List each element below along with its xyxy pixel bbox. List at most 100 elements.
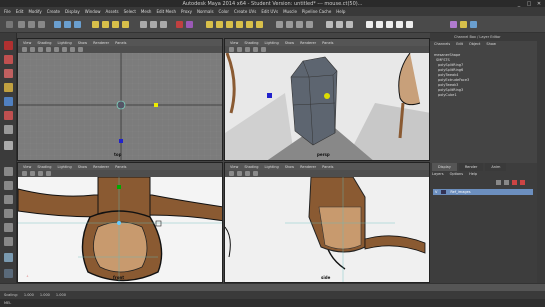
textured-icon[interactable] [261,47,266,52]
vp-menu-show[interactable]: Show [285,165,294,169]
viewport-persp[interactable]: View Shading Lighting Show Renderer Pane… [224,38,430,161]
vp-menu-panels[interactable]: Panels [115,41,126,45]
close-button[interactable]: ✕ [535,1,543,7]
layer-menu-options[interactable]: Options [450,172,464,176]
move-tool-icon[interactable] [4,83,13,92]
side-tabs[interactable] [537,33,545,283]
rotate-tool-icon[interactable] [4,97,13,106]
viewport-top[interactable]: View Shading Lighting Show Renderer Pane… [17,38,223,161]
separate-icon[interactable] [286,21,293,28]
vp-menu-panels[interactable]: Panels [322,165,333,169]
camera-icon[interactable] [22,47,27,52]
graph-layout-icon[interactable] [4,223,13,232]
vp-menu-lighting[interactable]: Lighting [58,41,72,45]
combine-icon[interactable] [276,21,283,28]
poly-cube-icon[interactable] [216,21,223,28]
channel-box-icon[interactable] [470,21,477,28]
smooth-icon[interactable] [326,21,333,28]
menu-window[interactable]: Window [85,9,101,14]
snap-point-icon[interactable] [112,21,119,28]
grid-icon[interactable] [30,47,35,52]
select-object-icon[interactable] [64,21,71,28]
outliner-layout-icon[interactable] [4,269,13,278]
wireframe-icon[interactable] [38,171,43,176]
poly-plane-icon[interactable] [246,21,253,28]
menu-modify[interactable]: Modify [28,9,41,14]
select-hierarchy-icon[interactable] [54,21,61,28]
extract-icon[interactable] [296,21,303,28]
command-line[interactable]: MEL [0,299,545,307]
hypershade-layout-icon[interactable] [4,237,13,246]
menu-create-uvs[interactable]: Create UVs [234,9,256,14]
cb-item-node[interactable]: polyCube1 [434,93,524,98]
uv-editor-icon[interactable] [376,21,383,28]
manipulator-icon[interactable] [4,141,13,150]
vp-menu-lighting[interactable]: Lighting [58,165,72,169]
maximize-button[interactable]: □ [525,1,533,7]
menu-color[interactable]: Color [219,9,229,14]
smooth-shade-icon[interactable] [253,47,258,52]
cb-menu-object[interactable]: Object [469,42,480,49]
viewport-front[interactable]: View Shading Lighting Show Renderer Pane… [17,162,223,283]
camera-icon[interactable] [229,171,234,176]
render-settings-icon[interactable] [176,21,183,28]
persp-outliner-layout-icon[interactable] [4,209,13,218]
paint-select-icon[interactable] [4,69,13,78]
grid-icon[interactable] [30,171,35,176]
vp-menu-renderer[interactable]: Renderer [93,41,109,45]
time-slider[interactable] [0,283,545,291]
poly-sphere-icon[interactable] [206,21,213,28]
smooth-shade-icon[interactable] [46,47,51,52]
layer-visibility[interactable]: V [435,190,437,194]
select-component-icon[interactable] [74,21,81,28]
planar-map-icon[interactable] [386,21,393,28]
render-icon[interactable] [150,21,157,28]
boolean-icon[interactable] [306,21,313,28]
cb-menu-channels[interactable]: Channels [434,42,450,49]
ipr-icon[interactable] [160,21,167,28]
camera-icon[interactable] [22,171,27,176]
cylindrical-map-icon[interactable] [396,21,403,28]
textured-icon[interactable] [54,47,59,52]
menu-file[interactable]: File [4,9,11,14]
layer-menu-help[interactable]: Help [469,172,477,176]
vp-menu-view[interactable]: View [230,165,238,169]
scale-tool-icon[interactable] [4,111,13,120]
snap-grid-icon[interactable] [92,21,99,28]
lights-icon[interactable] [62,47,67,52]
vp-menu-panels[interactable]: Panels [322,41,333,45]
xray-icon[interactable] [78,47,83,52]
vp-menu-panels[interactable]: Panels [115,165,126,169]
snap-plane-icon[interactable] [122,21,129,28]
snap-curve-icon[interactable] [102,21,109,28]
vp-menu-shading[interactable]: Shading [244,41,258,45]
menu-normals[interactable]: Normals [197,9,214,14]
poly-torus-icon[interactable] [256,21,263,28]
cb-menu-show[interactable]: Show [486,42,495,49]
menu-display[interactable]: Display [65,9,80,14]
menu-create[interactable]: Create [47,9,60,14]
shadows-icon[interactable] [70,47,75,52]
save-scene-icon[interactable] [38,21,45,28]
side-by-side-layout-icon[interactable] [4,195,13,204]
menu-edit[interactable]: Edit [16,9,24,14]
menu-edit-uvs[interactable]: Edit UVs [261,9,278,14]
grid-icon[interactable] [237,171,242,176]
move-down-icon[interactable] [504,180,509,185]
new-layer-icon[interactable] [512,180,517,185]
tool-settings-icon[interactable] [460,21,467,28]
menu-assets[interactable]: Assets [106,9,119,14]
minimize-button[interactable]: _ [515,1,523,7]
poly-cylinder-icon[interactable] [226,21,233,28]
vp-menu-view[interactable]: View [23,165,31,169]
spherical-map-icon[interactable] [406,21,413,28]
custom-layout-icon[interactable] [4,253,13,262]
cb-menu-edit[interactable]: Edit [456,42,463,49]
four-pane-layout-icon[interactable] [4,181,13,190]
vp-menu-view[interactable]: View [23,41,31,45]
select-tool-icon[interactable] [4,41,13,50]
new-scene-icon[interactable] [18,21,25,28]
menu-proxy[interactable]: Proxy [181,9,192,14]
vp-menu-shading[interactable]: Shading [244,165,258,169]
layer-name[interactable]: Ref_images [450,190,470,194]
